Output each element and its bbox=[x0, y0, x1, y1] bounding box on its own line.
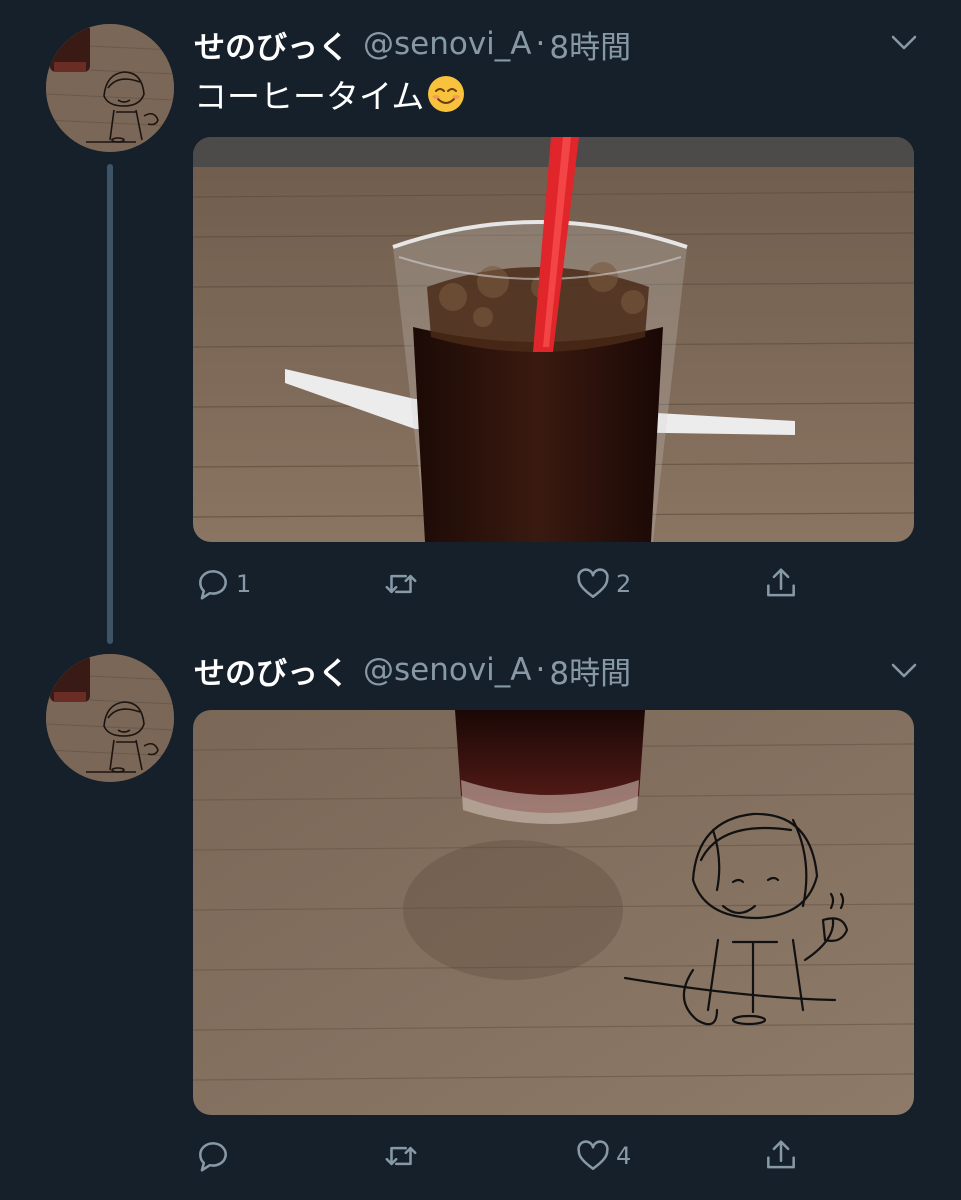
smiling-face-emoji bbox=[426, 74, 466, 114]
tweet-photo[interactable] bbox=[193, 137, 914, 542]
avatar-image bbox=[46, 654, 174, 782]
share-icon bbox=[767, 568, 795, 597]
separator-dot: · bbox=[535, 652, 546, 688]
heart-icon bbox=[577, 1140, 609, 1170]
photo-image bbox=[193, 710, 914, 1115]
avatar-image bbox=[46, 24, 174, 152]
retweet-button[interactable] bbox=[382, 560, 424, 608]
timestamp[interactable]: 8時間 bbox=[549, 648, 631, 693]
thread-connector-line bbox=[107, 164, 113, 644]
author-handle[interactable]: @senovi_A bbox=[363, 26, 532, 62]
reply-button[interactable] bbox=[194, 1132, 236, 1180]
tweet[interactable]: せのびっく @senovi_A · 8時間 4 bbox=[0, 640, 961, 1200]
tweet-actions: 1 2 bbox=[194, 560, 914, 608]
tweet-text-content: コーヒータイム bbox=[194, 77, 425, 116]
photo-image bbox=[193, 137, 914, 542]
author-handle[interactable]: @senovi_A bbox=[363, 652, 532, 688]
like-button[interactable]: 2 bbox=[574, 560, 631, 608]
author-name[interactable]: せのびっく bbox=[194, 22, 349, 67]
heart-icon bbox=[577, 568, 609, 598]
reply-icon bbox=[199, 1142, 227, 1172]
tweet-actions: 4 bbox=[194, 1132, 914, 1180]
tweet-header: せのびっく @senovi_A · 8時間 bbox=[194, 648, 631, 692]
chevron-down-icon[interactable] bbox=[888, 26, 920, 58]
separator-dot: · bbox=[535, 26, 546, 62]
share-icon bbox=[767, 1140, 795, 1169]
retweet-icon bbox=[385, 574, 417, 594]
share-button[interactable] bbox=[762, 1132, 800, 1180]
reply-button[interactable]: 1 bbox=[194, 560, 251, 608]
share-button[interactable] bbox=[762, 560, 800, 608]
chevron-down-icon[interactable] bbox=[888, 654, 920, 686]
avatar[interactable] bbox=[46, 654, 174, 782]
reply-count: 1 bbox=[236, 570, 252, 598]
tweet[interactable]: せのびっく @senovi_A · 8時間 コーヒータイム 1 2 bbox=[0, 0, 961, 644]
reply-icon bbox=[199, 570, 227, 600]
tweet-header: せのびっく @senovi_A · 8時間 bbox=[194, 22, 631, 66]
tweet-photo[interactable] bbox=[193, 710, 914, 1115]
like-count: 4 bbox=[616, 1142, 632, 1170]
like-count: 2 bbox=[616, 570, 632, 598]
retweet-icon bbox=[385, 1146, 417, 1166]
avatar[interactable] bbox=[46, 24, 174, 152]
retweet-button[interactable] bbox=[382, 1132, 424, 1180]
like-button[interactable]: 4 bbox=[574, 1132, 631, 1180]
tweet-text: コーヒータイム bbox=[194, 70, 466, 118]
author-name[interactable]: せのびっく bbox=[194, 648, 349, 693]
timestamp[interactable]: 8時間 bbox=[549, 22, 631, 67]
